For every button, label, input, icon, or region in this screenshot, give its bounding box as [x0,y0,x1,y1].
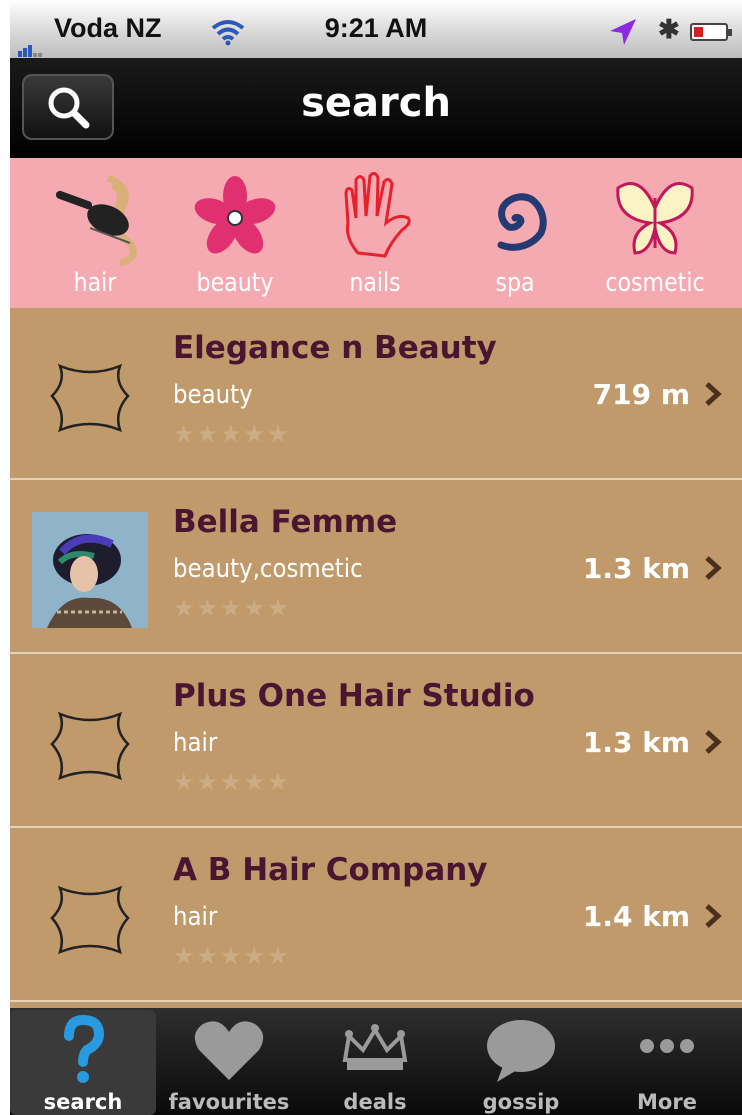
business-name: Elegance n Beauty [173,330,497,366]
tab-search[interactable]: search [10,1010,156,1115]
category-cosmetic[interactable]: cosmetic [585,158,725,308]
tab-label: gossip [482,1090,560,1114]
category-bar: hair beauty nails spa cosmetic [10,158,742,308]
distance-label: 719 m [592,378,690,411]
tab-label: favourites [168,1090,290,1114]
tab-deals[interactable]: deals [302,1010,448,1115]
tab-label: deals [343,1090,407,1114]
list-item[interactable]: Bella Femme beauty,cosmetic ★★★★★ 1.3 km [10,482,742,654]
tab-label: More [637,1090,697,1114]
crown-icon [342,1024,408,1070]
rating-stars: ★★★★★ [173,420,291,448]
page-title: search [301,80,451,126]
butterfly-icon [616,182,694,255]
category-label: nails [349,268,401,298]
list-item[interactable]: Plus One Hair Studio hair ★★★★★ 1.3 km [10,656,742,828]
rating-stars: ★★★★★ [173,942,291,970]
business-category: beauty [173,380,253,410]
location-arrow-icon [610,19,636,45]
category-beauty[interactable]: beauty [165,158,305,308]
business-name: A B Hair Company [173,852,488,888]
tab-bar: search favourites deals gossip More [10,1008,742,1115]
distance-label: 1.4 km [582,900,690,933]
business-name: Bella Femme [173,504,398,540]
category-label: spa [495,268,535,298]
tab-more[interactable]: More [594,1010,740,1115]
status-bar: Voda NZ 9:21 AM ✱ [10,0,742,58]
category-label: hair [73,268,117,298]
navigation-bar: search [10,58,742,158]
shield-placeholder-icon [50,711,130,781]
chevron-right-icon [705,904,722,928]
category-spa[interactable]: spa [445,158,585,308]
chevron-right-icon [705,382,722,406]
battery-icon [690,23,732,41]
shield-placeholder-icon [50,885,130,955]
list-item[interactable]: A B Hair Company hair ★★★★★ 1.4 km [10,830,742,1002]
salon-photo [32,512,148,628]
speech-bubble-icon [487,1020,555,1082]
rating-stars: ★★★★★ [173,594,291,622]
business-category: beauty,cosmetic [173,554,363,584]
category-label: beauty [196,268,274,298]
chevron-right-icon [705,556,722,580]
rating-stars: ★★★★★ [173,768,291,796]
tab-gossip[interactable]: gossip [448,1010,594,1115]
app-screen: Voda NZ 9:21 AM ✱ search hair beauty nai… [10,0,742,1115]
category-nails[interactable]: nails [305,158,445,308]
bluetooth-icon: ✱ [658,14,680,44]
flower-icon [194,176,276,254]
category-label: cosmetic [605,268,705,298]
business-category: hair [173,728,218,758]
business-category: hair [173,902,218,932]
business-name: Plus One Hair Studio [173,678,535,714]
spiral-icon [497,193,547,251]
tab-favourites[interactable]: favourites [156,1010,302,1115]
hand-icon [344,171,411,258]
hairbrush-icon [55,174,137,267]
distance-label: 1.3 km [582,552,690,585]
more-dots-icon [640,1039,694,1053]
results-list: Elegance n Beauty beauty ★★★★★ 719 m Bel… [10,308,742,1008]
heart-icon [194,1021,264,1080]
distance-label: 1.3 km [582,726,690,759]
tab-label: search [43,1090,123,1114]
chevron-right-icon [705,730,722,754]
shield-placeholder-icon [50,363,130,433]
question-mark-icon [64,1014,105,1083]
category-hair[interactable]: hair [25,158,165,308]
list-item[interactable]: Elegance n Beauty beauty ★★★★★ 719 m [10,308,742,480]
